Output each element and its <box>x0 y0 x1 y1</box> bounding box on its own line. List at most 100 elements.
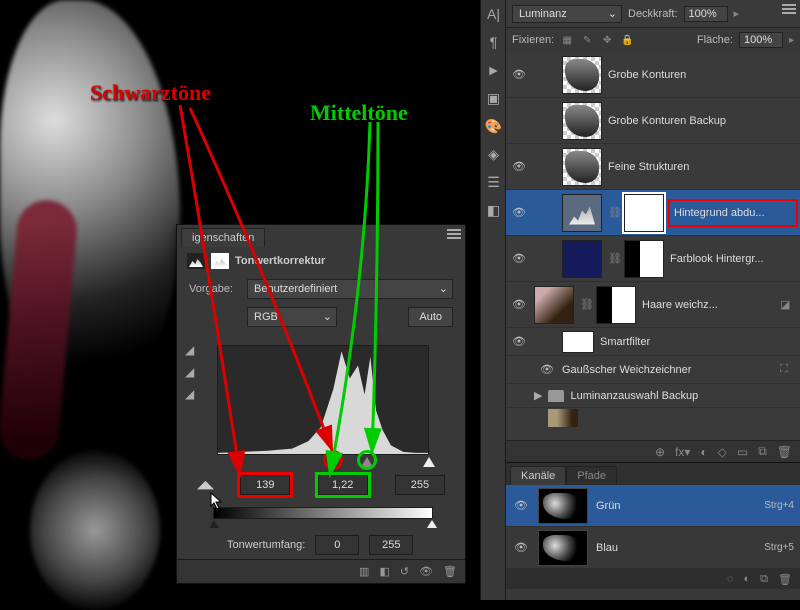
filter-name[interactable]: Gaußscher Weichzeichner <box>562 364 774 376</box>
gray-point-eyedropper-icon[interactable]: ◢ <box>185 365 201 381</box>
layer-row[interactable]: Grobe Konturen Backup <box>506 98 800 144</box>
properties-panel[interactable]: igenschaften Tonwertkorrektur Vorgabe: B… <box>176 224 466 584</box>
output-black-value[interactable]: 0 <box>315 535 359 555</box>
lock-pixels-icon[interactable]: ✎ <box>580 33 594 47</box>
visibility-toggle-icon[interactable]: 👁 <box>510 296 528 314</box>
masks-panel-icon[interactable]: ◧ <box>481 196 506 224</box>
layer-mask-thumbnail[interactable] <box>624 240 664 278</box>
actions-panel-icon[interactable]: ► <box>481 56 506 84</box>
adjustment-thumbnail[interactable] <box>562 194 602 232</box>
visibility-toggle-icon[interactable] <box>510 112 528 130</box>
visibility-toggle-icon[interactable]: 👁 <box>510 333 528 351</box>
navigator-panel-icon[interactable]: ▣ <box>481 84 506 112</box>
layer-group-row[interactable]: ▶ Luminanzauswahl Backup <box>506 384 800 408</box>
link-mask-icon[interactable]: ⛓ <box>608 252 618 266</box>
visibility-toggle-icon[interactable]: 👁 <box>510 66 528 84</box>
channel-dropdown[interactable]: RGB <box>247 307 337 327</box>
layer-mask-thumbnail[interactable] <box>624 194 664 232</box>
filter-mask-thumbnail[interactable] <box>562 331 594 353</box>
smart-object-thumbnail[interactable] <box>534 286 574 324</box>
visibility-toggle-icon[interactable]: 👁 <box>512 497 530 515</box>
previous-state-icon[interactable]: ◧ <box>379 565 389 578</box>
auto-button[interactable]: Auto <box>408 307 453 327</box>
blend-mode-dropdown[interactable]: Luminanz <box>512 5 622 23</box>
channel-thumbnail[interactable] <box>538 530 588 566</box>
panel-menu-icon[interactable] <box>782 4 796 14</box>
visibility-toggle-icon[interactable]: 👁 <box>538 361 556 379</box>
layer-name[interactable]: Grobe Konturen Backup <box>608 115 796 127</box>
histogram[interactable] <box>217 345 429 455</box>
channel-thumbnail[interactable] <box>538 488 588 524</box>
add-adjustment-icon[interactable]: ◇ <box>718 445 727 459</box>
load-selection-icon[interactable]: ◌ <box>727 573 734 585</box>
tab-channels[interactable]: Kanäle <box>510 466 566 485</box>
save-selection-icon[interactable]: ◐ <box>744 573 751 585</box>
visibility-toggle-icon[interactable] <box>510 387 528 405</box>
output-black-slider[interactable] <box>209 520 219 528</box>
reset-icon[interactable]: ↺ <box>400 565 409 578</box>
fill-input[interactable]: 100% <box>739 32 783 48</box>
output-white-value[interactable]: 255 <box>369 535 413 555</box>
lock-all-icon[interactable]: 🔒 <box>620 33 634 47</box>
visibility-toggle-icon[interactable]: 👁 <box>512 539 530 557</box>
white-point-slider[interactable] <box>423 457 435 467</box>
adjustments-panel-icon[interactable]: ☰ <box>481 168 506 196</box>
new-group-icon[interactable]: ▭ <box>737 445 748 459</box>
swatches-panel-icon[interactable]: 🎨 <box>481 112 506 140</box>
type-panel-icon[interactable]: A| <box>481 0 506 28</box>
layer-effects-icon[interactable]: fx▾ <box>675 445 690 459</box>
toggle-visibility-icon[interactable]: 👁 <box>419 565 433 578</box>
layer-row[interactable]: 👁 ⛓ Farblook Hintergr... <box>506 236 800 282</box>
layer-thumbnail[interactable] <box>562 148 602 186</box>
black-point-eyedropper-icon[interactable]: ◢ <box>185 343 201 359</box>
layer-row-collapsed[interactable] <box>506 408 800 428</box>
channel-row[interactable]: 👁 Blau Strg+5 <box>506 527 800 569</box>
mask-mode-icon[interactable] <box>211 253 229 269</box>
filter-options-icon[interactable]: ⛶ <box>780 363 796 377</box>
delete-adjustment-icon[interactable]: 🗑 <box>443 565 457 578</box>
paragraph-panel-icon[interactable]: ¶ <box>481 28 506 56</box>
layer-mask-thumbnail[interactable] <box>596 286 636 324</box>
link-layers-icon[interactable]: ⊕ <box>655 445 665 459</box>
layer-name[interactable]: Hintegrund abdu... <box>670 201 796 225</box>
clip-to-layer-icon[interactable]: ▥ <box>359 565 369 578</box>
smart-filters-row[interactable]: 👁 Smartfilter <box>506 328 800 356</box>
opacity-input[interactable]: 100% <box>684 6 728 22</box>
group-name[interactable]: Luminanzauswahl Backup <box>570 390 796 402</box>
layer-name[interactable]: Feine Strukturen <box>608 161 796 173</box>
layer-row[interactable]: 👁 Feine Strukturen <box>506 144 800 190</box>
layer-row[interactable]: 👁 ⛓ Haare weichz... ◪ <box>506 282 800 328</box>
layer-row[interactable]: 👁 Grobe Konturen <box>506 52 800 98</box>
link-mask-icon[interactable]: ⛓ <box>608 206 618 220</box>
layer-name[interactable]: Farblook Hintergr... <box>670 253 796 265</box>
visibility-toggle-icon[interactable]: 👁 <box>510 158 528 176</box>
layer-thumbnail[interactable] <box>562 102 602 140</box>
layer-name[interactable]: Grobe Konturen <box>608 69 796 81</box>
adjustment-thumbnail[interactable] <box>562 240 602 278</box>
new-layer-icon[interactable]: ⧉ <box>758 444 767 459</box>
delete-layer-icon[interactable]: 🗑 <box>777 445 792 459</box>
smart-filter-item[interactable]: 👁 Gaußscher Weichzeichner ⛶ <box>506 356 800 384</box>
input-white-value[interactable]: 255 <box>395 475 445 495</box>
channel-row[interactable]: 👁 Grün Strg+4 <box>506 485 800 527</box>
layer-thumbnail[interactable] <box>548 409 578 427</box>
styles-panel-icon[interactable]: ◈ <box>481 140 506 168</box>
input-sliders-track[interactable] <box>217 457 429 471</box>
preset-dropdown[interactable]: Benutzerdefiniert <box>247 279 453 299</box>
visibility-toggle-icon[interactable]: 👁 <box>510 204 528 222</box>
layer-thumbnail[interactable] <box>562 56 602 94</box>
output-gradient[interactable] <box>213 507 433 519</box>
layer-row-selected[interactable]: 👁 ⛓ Hintegrund abdu... <box>506 190 800 236</box>
output-white-slider[interactable] <box>427 520 437 528</box>
tab-properties[interactable]: igenschaften <box>181 228 265 247</box>
link-mask-icon[interactable]: ⛓ <box>580 298 590 312</box>
visibility-toggle-icon[interactable]: 👁 <box>510 250 528 268</box>
input-black-value[interactable]: 139 <box>240 475 290 495</box>
layers-list[interactable]: 👁 Grobe Konturen Grobe Konturen Backup 👁… <box>506 52 800 440</box>
lock-position-icon[interactable]: ✥ <box>600 33 614 47</box>
input-gamma-value[interactable]: 1,22 <box>318 475 368 495</box>
add-mask-icon[interactable]: ◐ <box>700 445 707 459</box>
delete-channel-icon[interactable]: 🗑 <box>778 573 792 586</box>
new-channel-icon[interactable]: ⧉ <box>760 573 768 586</box>
layer-name[interactable]: Haare weichz... <box>642 299 774 311</box>
